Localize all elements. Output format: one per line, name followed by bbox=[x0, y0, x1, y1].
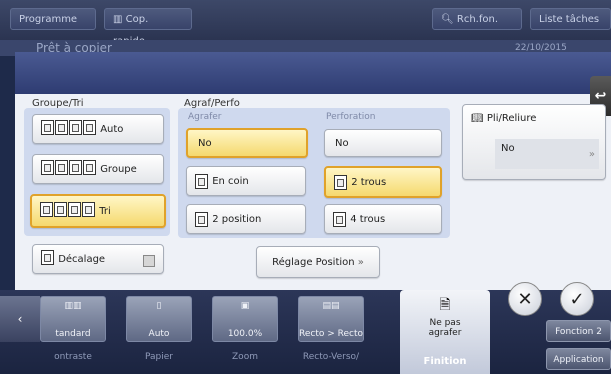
double-chevron-icon: » bbox=[357, 256, 364, 268]
copy-icon: ▥ bbox=[113, 14, 126, 25]
agrafer-no-button[interactable]: No bbox=[186, 128, 308, 158]
staple-two-icon bbox=[195, 211, 208, 227]
perforation-label: Perforation bbox=[326, 112, 376, 122]
en-coin-button[interactable]: En coin bbox=[186, 166, 306, 196]
application-button[interactable]: Application bbox=[546, 348, 611, 370]
book-icon: 📖︎ bbox=[471, 113, 484, 124]
checkbox-icon bbox=[143, 255, 155, 267]
groupe-button[interactable]: Groupe bbox=[32, 154, 164, 184]
programme-button[interactable]: Programme bbox=[10, 8, 96, 30]
fonction2-button[interactable]: Fonction 2 bbox=[546, 320, 611, 342]
contrast-icon: ▥▥ bbox=[64, 301, 82, 311]
cancel-button[interactable]: ✕ bbox=[508, 282, 542, 316]
papier-caption: Papier bbox=[145, 352, 173, 362]
liste-taches-button[interactable]: Liste tâches bbox=[530, 8, 611, 30]
pli-reliure-value: No» bbox=[495, 139, 599, 169]
recto-verso-tile[interactable]: ▤▤ Recto > Recto bbox=[298, 296, 364, 342]
deux-trous-button[interactable]: 2 trous bbox=[324, 166, 442, 198]
deux-position-button[interactable]: 2 position bbox=[186, 204, 306, 234]
four-holes-icon bbox=[333, 211, 346, 227]
zoom-icon: ▣ bbox=[240, 301, 250, 311]
finishing-icon: 🗎 bbox=[439, 297, 451, 313]
offset-icon bbox=[41, 250, 55, 268]
duplex-icon: ▤▤ bbox=[322, 301, 340, 311]
search-icon: 🔍︎ bbox=[441, 14, 457, 25]
scroll-left-icon[interactable]: ‹ bbox=[0, 296, 40, 342]
close-icon: ✕ bbox=[517, 289, 533, 310]
reglage-position-button[interactable]: Réglage Position » bbox=[256, 246, 380, 278]
panel-header bbox=[15, 52, 611, 94]
check-icon: ✓ bbox=[569, 289, 585, 310]
auto-button[interactable]: Auto bbox=[32, 114, 164, 144]
ok-button[interactable]: ✓ bbox=[560, 282, 594, 316]
perforation-no-button[interactable]: No bbox=[324, 129, 442, 157]
zoom-tile[interactable]: ▣ 100.0% bbox=[212, 296, 278, 342]
doc-stack-icon bbox=[40, 202, 96, 220]
paper-icon: ▯ bbox=[156, 301, 162, 311]
quatre-trous-button[interactable]: 4 trous bbox=[324, 204, 442, 234]
two-holes-icon bbox=[334, 174, 347, 190]
contraste-tile[interactable]: ▥▥ tandard bbox=[40, 296, 106, 342]
copie-rapide-button[interactable]: ▥ Cop. rapide bbox=[104, 8, 192, 47]
doc-stack-icon bbox=[41, 160, 97, 178]
zoom-caption: Zoom bbox=[232, 352, 258, 362]
doc-stack-icon bbox=[41, 120, 97, 138]
finition-caption: Finition bbox=[423, 356, 467, 367]
agrafer-label: Agrafer bbox=[188, 112, 222, 122]
papier-tile[interactable]: ▯ Auto bbox=[126, 296, 192, 342]
recto-verso-caption: Recto-Verso/ bbox=[302, 352, 360, 362]
decalage-button[interactable]: Décalage bbox=[32, 244, 164, 274]
tri-button[interactable]: Tri bbox=[30, 194, 166, 228]
contraste-caption: ontraste bbox=[54, 352, 92, 362]
pli-reliure-button[interactable]: 📖︎ Pli/Reliure No» bbox=[462, 104, 606, 180]
staple-corner-icon bbox=[195, 173, 208, 189]
recherche-button[interactable]: 🔍︎ Rch.fon. bbox=[432, 8, 522, 30]
